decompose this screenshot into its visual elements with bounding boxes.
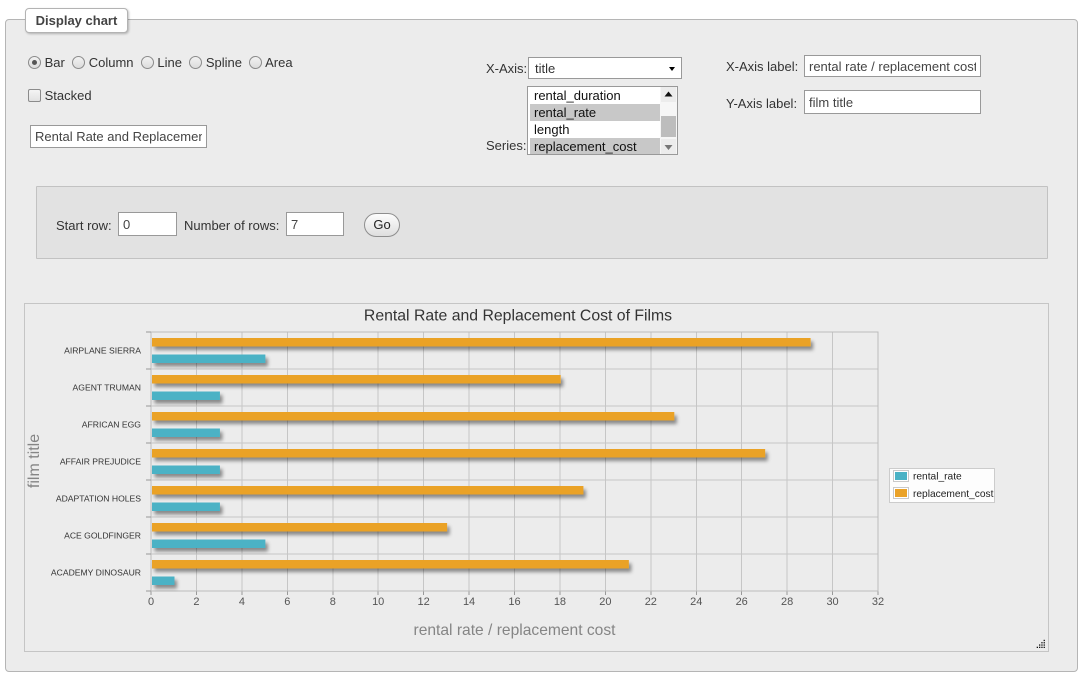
svg-text:22: 22	[645, 596, 657, 608]
svg-text:32: 32	[872, 596, 884, 608]
svg-text:ACE GOLDFINGER: ACE GOLDFINGER	[64, 531, 141, 541]
svg-text:film title: film title	[26, 434, 43, 488]
svg-text:16: 16	[508, 596, 520, 608]
svg-text:rental_rate: rental_rate	[913, 472, 962, 483]
svg-text:14: 14	[463, 596, 475, 608]
svg-text:26: 26	[736, 596, 748, 608]
svg-text:0: 0	[148, 596, 154, 608]
svg-text:18: 18	[554, 596, 566, 608]
svg-text:AFRICAN EGG: AFRICAN EGG	[82, 420, 142, 430]
svg-text:AFFAIR PREJUDICE: AFFAIR PREJUDICE	[60, 457, 141, 467]
svg-text:Rental Rate and Replacement Co: Rental Rate and Replacement Cost of Film…	[364, 308, 672, 325]
svg-text:AIRPLANE SIERRA: AIRPLANE SIERRA	[64, 346, 141, 356]
svg-text:10: 10	[372, 596, 384, 608]
svg-text:28: 28	[781, 596, 793, 608]
svg-text:AGENT TRUMAN: AGENT TRUMAN	[73, 383, 141, 393]
svg-text:4: 4	[239, 596, 245, 608]
svg-text:20: 20	[599, 596, 611, 608]
svg-text:6: 6	[284, 596, 290, 608]
svg-text:ADAPTATION HOLES: ADAPTATION HOLES	[56, 494, 141, 504]
svg-text:8: 8	[330, 596, 336, 608]
svg-text:ACADEMY DINOSAUR: ACADEMY DINOSAUR	[51, 568, 141, 578]
svg-text:rental rate / replacement cost: rental rate / replacement cost	[414, 622, 617, 639]
svg-text:12: 12	[418, 596, 430, 608]
svg-text:24: 24	[690, 596, 702, 608]
svg-text:replacement_cost: replacement_cost	[913, 489, 994, 500]
svg-text:30: 30	[826, 596, 838, 608]
svg-text:2: 2	[193, 596, 199, 608]
